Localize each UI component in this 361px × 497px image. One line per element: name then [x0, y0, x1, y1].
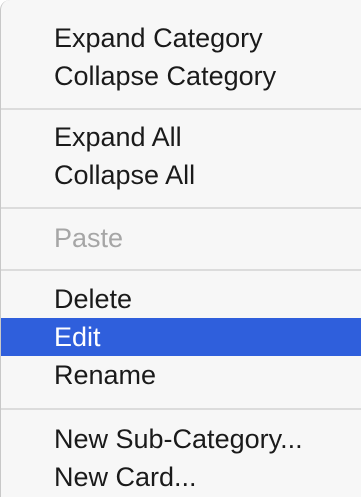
- menu-separator: [1, 108, 361, 110]
- menu-item-expand-all[interactable]: Expand All: [1, 118, 361, 156]
- menu-item-edit[interactable]: Edit: [1, 318, 361, 356]
- menu-separator: [1, 408, 361, 410]
- menu-item-collapse-category[interactable]: Collapse Category: [1, 57, 361, 95]
- context-menu: Expand Category Collapse Category Expand…: [0, 0, 361, 497]
- menu-item-new-sub-category[interactable]: New Sub-Category...: [1, 420, 361, 458]
- menu-item-delete[interactable]: Delete: [1, 280, 361, 318]
- menu-item-expand-category[interactable]: Expand Category: [1, 19, 361, 57]
- menu-item-new-card[interactable]: New Card...: [1, 458, 361, 496]
- menu-separator: [1, 207, 361, 209]
- menu-separator: [1, 269, 361, 271]
- menu-item-paste: Paste: [54, 223, 124, 253]
- menu-item-rename[interactable]: Rename: [1, 356, 361, 394]
- menu-item-collapse-all[interactable]: Collapse All: [1, 156, 361, 194]
